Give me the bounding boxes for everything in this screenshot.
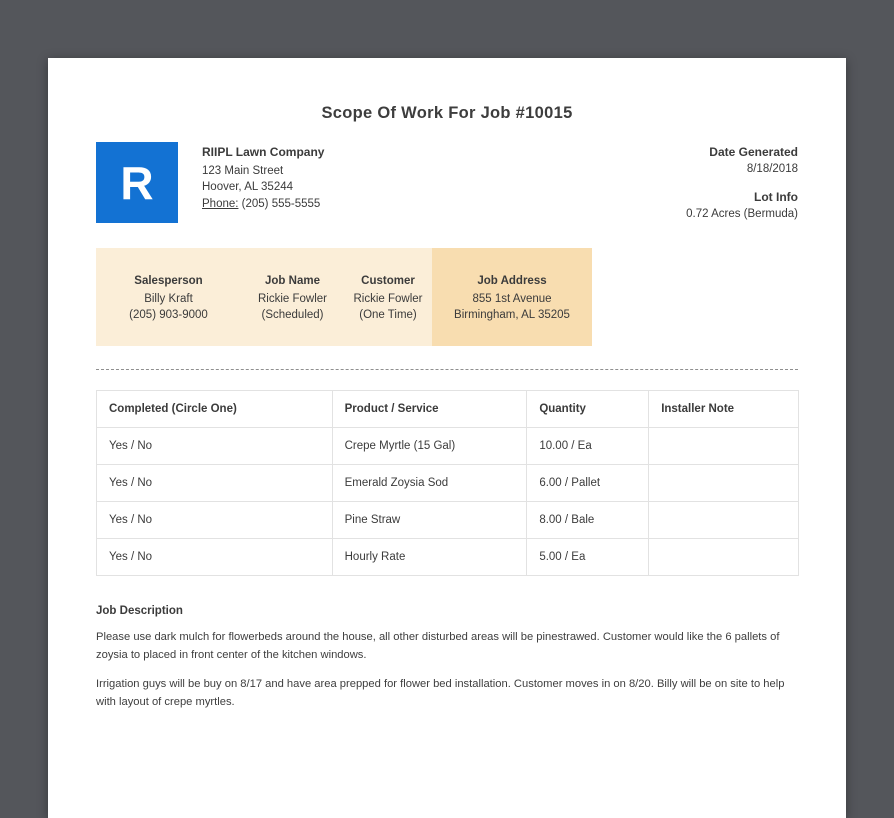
cell-completed: Yes / No: [96, 464, 333, 502]
document-page: Scope Of Work For Job #10015 R RIIPL Law…: [48, 58, 846, 818]
job-summary-bar: Salesperson Billy Kraft (205) 903-9000 J…: [96, 248, 592, 346]
job-description-paragraph: Please use dark mulch for flowerbeds aro…: [96, 631, 780, 661]
cell-quantity: 5.00 / Ea: [526, 538, 650, 576]
company-phone-label: Phone:: [202, 197, 239, 210]
company-logo-letter: R: [120, 156, 154, 209]
summary-salesperson-label: Salesperson: [134, 275, 203, 287]
company-phone-row: Phone: (205) 555-5555: [202, 196, 324, 213]
header-completed: Completed (Circle One): [96, 390, 333, 428]
table-row: Yes / No Emerald Zoysia Sod 6.00 / Palle…: [96, 464, 799, 502]
work-items-table: Completed (Circle One) Product / Service…: [96, 390, 799, 576]
cell-installer-note: [648, 427, 799, 465]
lot-info-value: 0.72 Acres (Bermuda): [686, 207, 798, 220]
cell-completed: Yes / No: [96, 538, 333, 576]
cell-product: Pine Straw: [331, 501, 528, 539]
table-header-row: Completed (Circle One) Product / Service…: [96, 390, 799, 428]
cell-product: Hourly Rate: [331, 538, 528, 576]
summary-salesperson-name: Billy Kraft: [144, 293, 193, 305]
page-title: Scope Of Work For Job #10015: [321, 104, 573, 122]
cell-completed: Yes / No: [96, 501, 333, 539]
header-quantity: Quantity: [526, 390, 650, 428]
cell-quantity: 6.00 / Pallet: [526, 464, 650, 502]
summary-job-address-line2: Birmingham, AL 35205: [454, 309, 570, 321]
document-meta: Date Generated 8/18/2018 Lot Info 0.72 A…: [686, 142, 798, 223]
company-address-line2: Hoover, AL 35244: [202, 181, 294, 193]
cell-product: Emerald Zoysia Sod: [331, 464, 528, 502]
dashed-divider: [96, 369, 798, 370]
cell-installer-note: [648, 501, 799, 539]
summary-customer: Customer Rickie Fowler (One Time): [344, 248, 432, 346]
job-description-heading: Job Description: [96, 605, 183, 617]
summary-customer-type: (One Time): [359, 309, 417, 321]
company-phone-number: (205) 555-5555: [241, 197, 321, 210]
date-generated-value: 8/18/2018: [746, 162, 798, 175]
cell-installer-note: [648, 464, 799, 502]
lot-info-label: Lot Info: [754, 190, 798, 204]
summary-salesperson: Salesperson Billy Kraft (205) 903-9000: [96, 248, 241, 346]
summary-customer-label: Customer: [361, 275, 415, 287]
company-name: RIIPL Lawn Company: [202, 145, 325, 159]
summary-job-name: Job Name Rickie Fowler (Scheduled): [241, 248, 344, 346]
cell-installer-note: [648, 538, 799, 576]
table-row: Yes / No Crepe Myrtle (15 Gal) 10.00 / E…: [96, 427, 799, 465]
header-product-service: Product / Service: [331, 390, 528, 428]
company-address-line1: 123 Main Street: [202, 164, 284, 177]
summary-job-address: Job Address 855 1st Avenue Birmingham, A…: [432, 248, 592, 346]
cell-completed: Yes / No: [96, 427, 333, 465]
summary-salesperson-phone: (205) 903-9000: [129, 309, 208, 321]
job-description-paragraph: Irrigation guys will be buy on 8/17 and …: [96, 678, 785, 708]
summary-job-address-line1: 855 1st Avenue: [472, 293, 552, 305]
cell-quantity: 10.00 / Ea: [526, 427, 650, 465]
document-header: R RIIPL Lawn Company 123 Main Street Hoo…: [96, 142, 798, 223]
table-row: Yes / No Hourly Rate 5.00 / Ea: [96, 538, 799, 576]
job-description-section: Job Description Please use dark mulch fo…: [96, 605, 798, 711]
table-row: Yes / No Pine Straw 8.00 / Bale: [96, 501, 799, 539]
summary-job-address-label: Job Address: [477, 275, 547, 287]
header-installer-note: Installer Note: [648, 390, 799, 428]
company-logo: R: [96, 142, 178, 223]
summary-customer-name: Rickie Fowler: [353, 293, 423, 305]
cell-quantity: 8.00 / Bale: [526, 501, 650, 539]
summary-job-name-label: Job Name: [265, 275, 320, 287]
summary-job-name-status: (Scheduled): [261, 309, 324, 321]
cell-product: Crepe Myrtle (15 Gal): [331, 427, 528, 465]
summary-job-name-value: Rickie Fowler: [257, 293, 327, 305]
date-generated-label: Date Generated: [709, 145, 798, 159]
company-info: RIIPL Lawn Company 123 Main Street Hoove…: [202, 142, 324, 223]
